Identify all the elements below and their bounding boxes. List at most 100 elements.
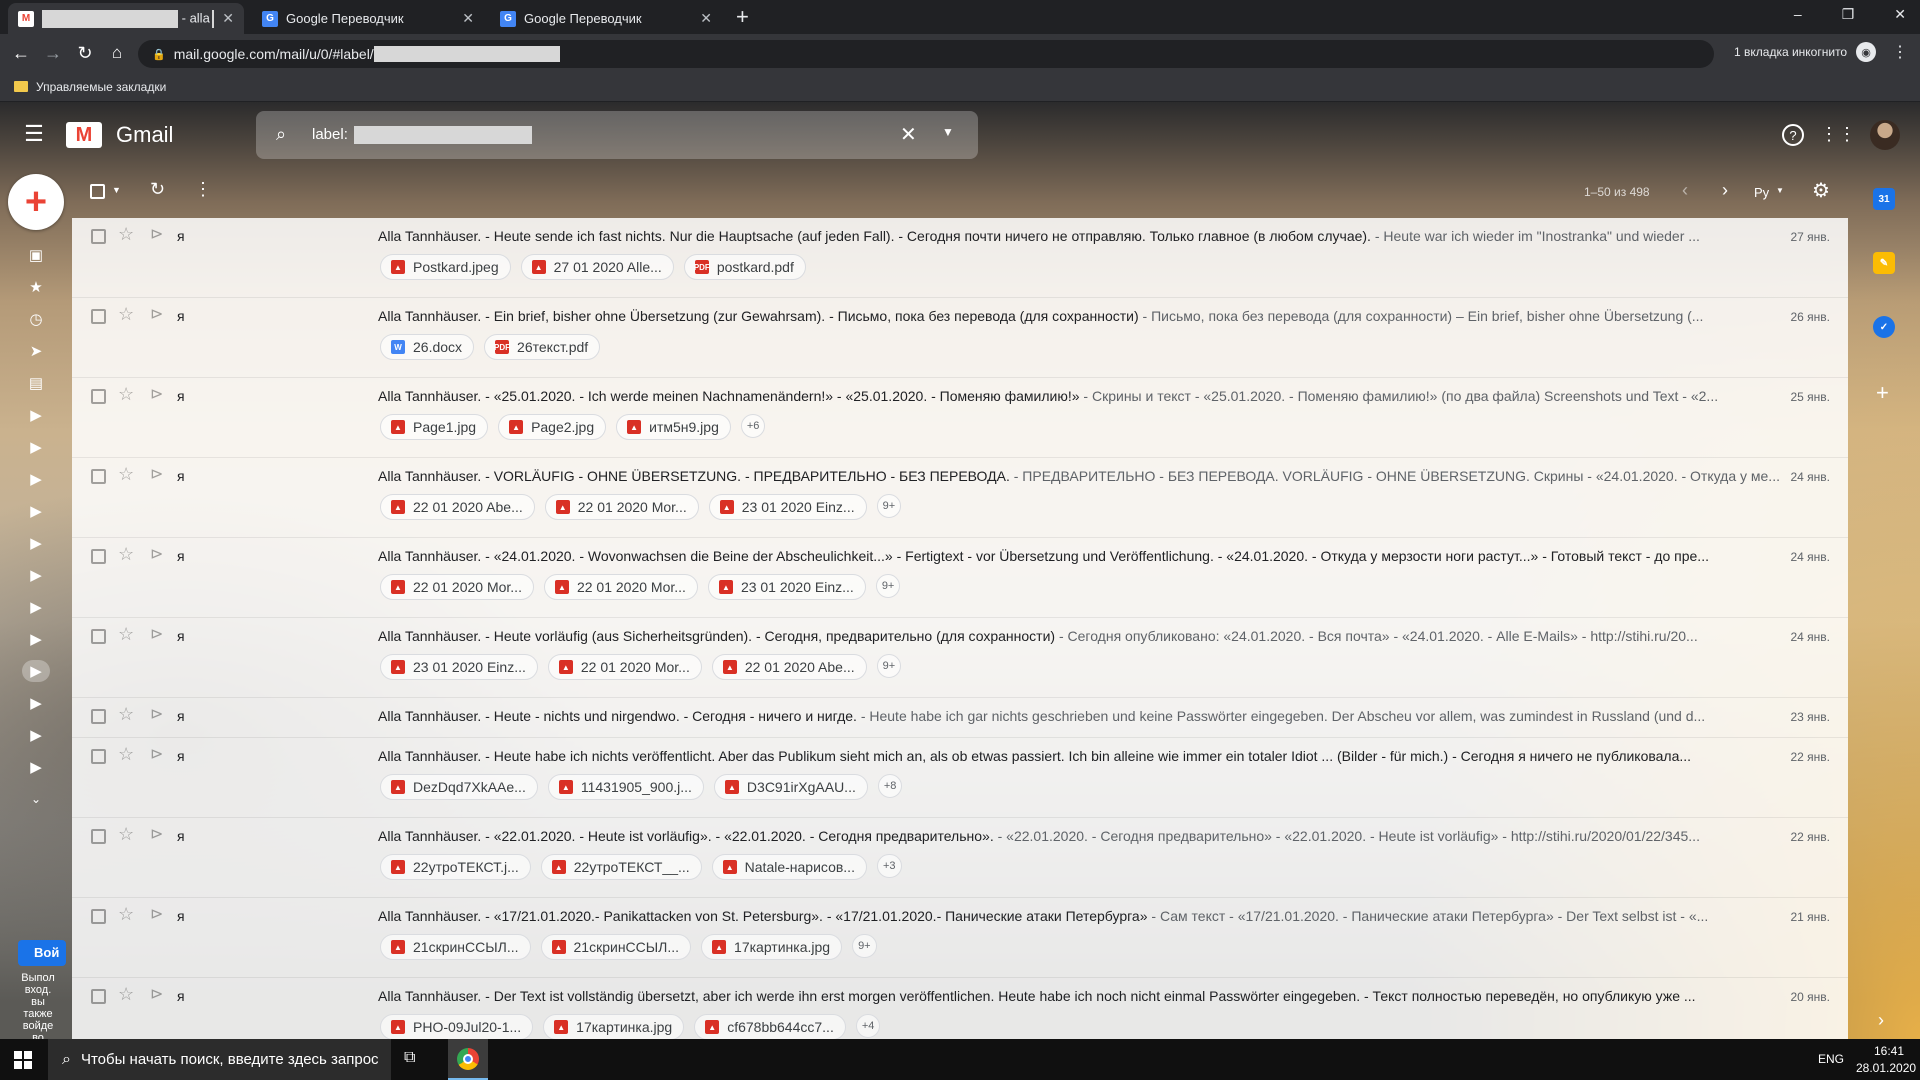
tasks-icon[interactable]: ✓ xyxy=(1873,316,1895,338)
attachment-chip[interactable]: ▲ DezDqd7XkAAe... xyxy=(380,774,538,800)
chrome-taskbar-icon[interactable] xyxy=(448,1039,488,1080)
search-icon[interactable]: ⌕ xyxy=(276,124,286,145)
clear-search-icon[interactable]: ✕ xyxy=(900,122,917,147)
row-checkbox[interactable] xyxy=(91,909,106,924)
importance-marker-icon[interactable]: ⊳ xyxy=(150,704,163,724)
attachment-chip[interactable]: ▲ 22утроТЕКСТ.j... xyxy=(380,854,531,880)
star-icon[interactable]: ☆ xyxy=(118,744,134,765)
importance-marker-icon[interactable]: ⊳ xyxy=(150,624,163,644)
label-icon[interactable]: ▶ xyxy=(22,468,50,490)
address-bar[interactable]: 🔒 mail.google.com/mail/u/0/#label/ xyxy=(138,40,1714,68)
more-attachments-badge[interactable]: 9+ xyxy=(852,934,877,958)
tab-gmail[interactable]: M - alla ✕ xyxy=(8,3,244,34)
settings-gear-icon[interactable]: ⚙ xyxy=(1812,178,1830,203)
attachment-chip[interactable]: ▲ 17картинка.jpg xyxy=(543,1014,685,1039)
apps-grid-icon[interactable]: ⋮⋮ xyxy=(1820,122,1856,146)
more-attachments-badge[interactable]: +6 xyxy=(740,414,766,438)
attachment-chip[interactable]: ▲ 22 01 2020 Mor... xyxy=(547,654,702,680)
close-tab-icon[interactable]: ✕ xyxy=(700,10,712,27)
minimize-icon[interactable]: – xyxy=(1794,6,1802,23)
star-icon[interactable]: ☆ xyxy=(118,704,134,725)
attachment-chip[interactable]: ▲ Postkard.jpeg xyxy=(380,254,511,280)
label-icon[interactable]: ▶ xyxy=(22,756,50,778)
attachment-chip[interactable]: ▲ 17картинка.jpg xyxy=(701,934,843,960)
row-checkbox[interactable] xyxy=(91,829,106,844)
importance-marker-icon[interactable]: ⊳ xyxy=(150,824,163,844)
attachment-chip[interactable]: ▲ 23 01 2020 Einz... xyxy=(708,494,867,520)
label-icon[interactable]: ▶ xyxy=(22,436,50,458)
label-icon[interactable]: ▶ xyxy=(22,404,50,426)
importance-marker-icon[interactable]: ⊳ xyxy=(150,224,163,244)
search-options-icon[interactable]: ▼ xyxy=(942,125,954,139)
importance-marker-icon[interactable]: ⊳ xyxy=(150,464,163,484)
search-input[interactable]: label: xyxy=(312,126,348,143)
add-addon-icon[interactable]: + xyxy=(1876,380,1889,406)
attachment-chip[interactable]: ▲ 22 01 2020 Abe... xyxy=(380,494,535,520)
new-tab-button[interactable]: + xyxy=(736,4,749,30)
more-attachments-badge[interactable]: +3 xyxy=(876,854,902,878)
importance-marker-icon[interactable]: ⊳ xyxy=(150,984,163,1004)
star-icon[interactable]: ☆ xyxy=(118,464,134,485)
attachment-chip[interactable]: ▲ Page2.jpg xyxy=(498,414,607,440)
attachment-chip[interactable]: ▲ 22 01 2020 Mor... xyxy=(380,574,534,600)
next-page-icon[interactable]: › xyxy=(1722,180,1728,201)
star-icon[interactable]: ☆ xyxy=(118,384,134,405)
row-checkbox[interactable] xyxy=(91,229,106,244)
label-icon[interactable]: ▶ xyxy=(22,692,50,714)
restore-icon[interactable]: ❐ xyxy=(1842,6,1855,23)
attachment-chip[interactable]: ▲ PHO-09Jul20-1... xyxy=(380,1014,534,1039)
more-attachments-badge[interactable]: +8 xyxy=(877,774,903,798)
row-checkbox[interactable] xyxy=(91,989,106,1004)
label-icon[interactable]: ▶ xyxy=(22,724,50,746)
row-checkbox[interactable] xyxy=(91,629,106,644)
email-row[interactable]: ☆ ⊳ я Alla Tannhäuser. - Ein brief, bisher … xyxy=(72,298,1848,378)
email-row[interactable]: ☆ ⊳ я Alla Tannhäuser. - «17/21.01.2020.- P… xyxy=(72,898,1848,978)
attachment-chip[interactable]: ▲ 23 01 2020 Einz... xyxy=(707,574,866,600)
bookmark-folder[interactable]: Управляемые закладки xyxy=(36,80,166,94)
snoozed-icon[interactable]: ◷ xyxy=(22,308,50,330)
attachment-chip[interactable]: W 26.docx xyxy=(380,334,475,360)
more-attachments-badge[interactable]: +4 xyxy=(855,1014,881,1038)
row-checkbox[interactable] xyxy=(91,749,106,764)
prev-page-icon[interactable]: ‹ xyxy=(1682,180,1688,201)
inbox-icon[interactable]: ▣ xyxy=(22,244,50,266)
attachment-chip[interactable]: PDF 26текст.pdf xyxy=(484,334,601,360)
help-icon[interactable]: ? xyxy=(1782,124,1804,146)
email-row[interactable]: ☆ ⊳ я Alla Tannhäuser. - Heute habe ich nic… xyxy=(72,738,1848,818)
input-lang-button[interactable]: Ру xyxy=(1754,185,1769,200)
calendar-icon[interactable]: 31 xyxy=(1873,188,1895,210)
importance-marker-icon[interactable]: ⊳ xyxy=(150,544,163,564)
attachment-chip[interactable]: ▲ D3C91irXgAAU... xyxy=(713,774,868,800)
star-icon[interactable]: ☆ xyxy=(118,624,134,645)
close-tab-icon[interactable]: ✕ xyxy=(222,10,234,27)
email-row[interactable]: ☆ ⊳ я Alla Tannhäuser. - Heute - nichts und… xyxy=(72,698,1848,738)
gmail-logo-icon[interactable]: M xyxy=(66,122,102,148)
more-attachments-badge[interactable]: 9+ xyxy=(875,574,901,598)
row-checkbox[interactable] xyxy=(91,469,106,484)
label-icon[interactable]: ▶ xyxy=(22,596,50,618)
close-window-icon[interactable]: ✕ xyxy=(1894,6,1906,23)
row-checkbox[interactable] xyxy=(91,389,106,404)
email-row[interactable]: ☆ ⊳ я Alla Tannhäuser. - Der Text ist volls… xyxy=(72,978,1848,1039)
menu-dots-icon[interactable]: ⋮ xyxy=(1892,42,1908,62)
windows-start-icon[interactable] xyxy=(14,1051,32,1069)
email-row[interactable]: ☆ ⊳ я Alla Tannhäuser. - Heute vorläufig (a… xyxy=(72,618,1848,698)
attachment-chip[interactable]: ▲ 11431905_900.j... xyxy=(547,774,704,800)
attachment-chip[interactable]: ▲ 21скринССЫЛ... xyxy=(380,934,531,960)
task-view-icon[interactable]: ⧉ xyxy=(404,1049,415,1067)
importance-marker-icon[interactable]: ⊳ xyxy=(150,384,163,404)
attachment-chip[interactable]: PDF postkard.pdf xyxy=(683,254,806,280)
label-icon[interactable]: ▶ xyxy=(22,564,50,586)
sent-icon[interactable]: ➤ xyxy=(22,340,50,362)
star-icon[interactable]: ☆ xyxy=(118,304,134,325)
search-bar[interactable]: ⌕ label: ✕ ▼ xyxy=(256,111,978,159)
attachment-chip[interactable]: ▲ 27 01 2020 Alle... xyxy=(520,254,674,280)
select-dropdown-icon[interactable]: ▼ xyxy=(112,185,121,195)
label-icon-selected[interactable]: ▶ xyxy=(22,660,50,682)
forward-icon[interactable]: → xyxy=(42,42,64,64)
importance-marker-icon[interactable]: ⊳ xyxy=(150,304,163,324)
attachment-chip[interactable]: ▲ Page1.jpg xyxy=(380,414,489,440)
input-language[interactable]: ENG xyxy=(1818,1052,1844,1066)
select-all-checkbox[interactable] xyxy=(90,184,105,199)
label-icon[interactable]: ▶ xyxy=(22,628,50,650)
